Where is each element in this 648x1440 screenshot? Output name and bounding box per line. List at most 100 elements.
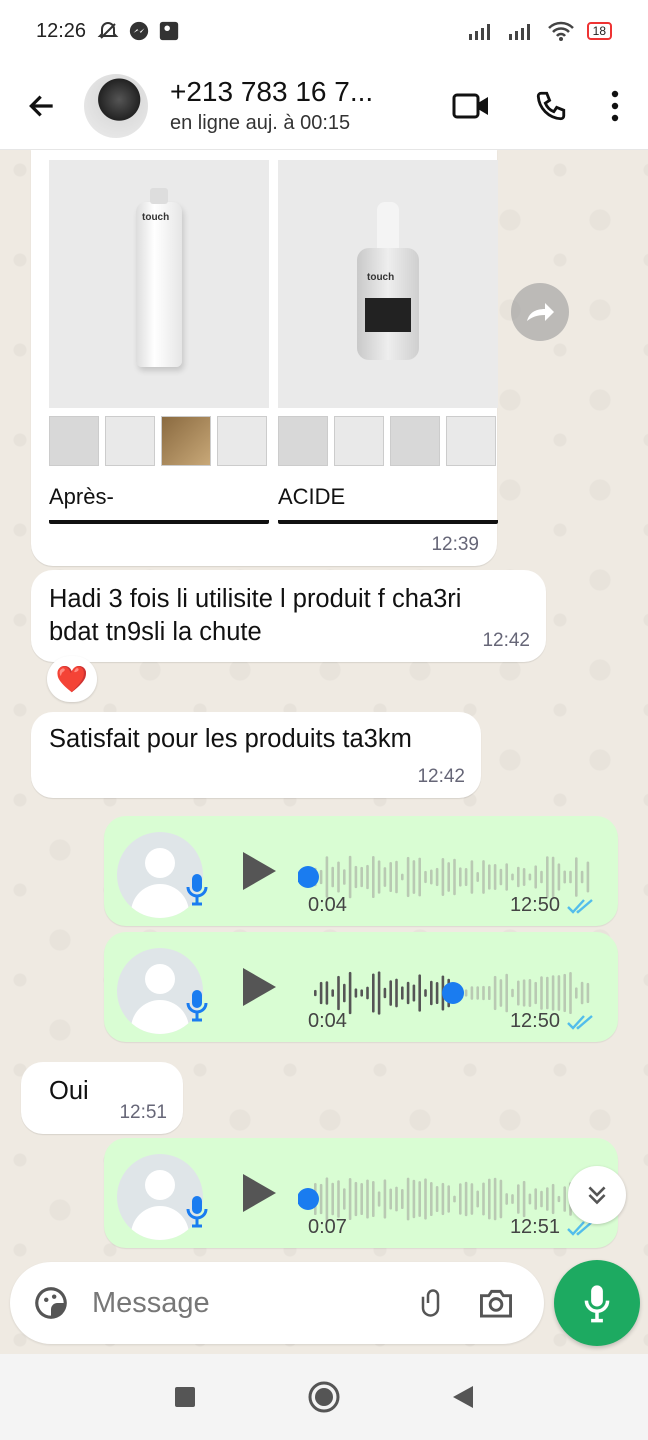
waveform-bar	[476, 986, 479, 1000]
waveform-bar	[488, 1178, 491, 1220]
waveform-bar	[377, 1191, 381, 1207]
waveform-bar	[511, 873, 514, 881]
waveform-bar	[430, 1182, 433, 1216]
waveform-bar	[325, 981, 329, 1005]
waveform-bar	[493, 975, 497, 1011]
record-voice-button[interactable]	[554, 1260, 640, 1346]
waveform-bar	[319, 869, 323, 885]
waveform-bar	[569, 870, 572, 884]
product-brand: touch	[367, 272, 395, 283]
waveform-bar	[401, 873, 404, 881]
camera-button[interactable]	[478, 1287, 514, 1319]
notification-icons	[96, 19, 180, 43]
waveform-bar	[412, 984, 416, 1002]
waveform-bar	[337, 1180, 340, 1218]
play-icon[interactable]	[240, 1172, 278, 1214]
waveform-bar	[337, 861, 340, 893]
home-button-icon[interactable]	[307, 1380, 341, 1414]
forward-button[interactable]	[511, 283, 569, 341]
waveform-bar	[482, 1182, 485, 1216]
waveform-bar	[418, 974, 421, 1012]
waveform-bar	[563, 1186, 566, 1212]
waveform-bar	[383, 987, 387, 999]
waveform-bar	[470, 860, 474, 894]
incoming-message[interactable]: Oui 12:51	[21, 1062, 183, 1134]
play-icon[interactable]	[240, 966, 278, 1008]
more-vert-icon[interactable]	[610, 90, 620, 122]
waveform-bar	[540, 1190, 543, 1208]
waveform-bar	[476, 872, 479, 882]
waveform-bar	[476, 1190, 479, 1208]
waveform-bar	[470, 1183, 474, 1215]
back-button[interactable]	[0, 90, 84, 122]
product-thumbnails[interactable]	[278, 416, 498, 466]
waveform-bar	[459, 867, 462, 887]
product-thumbnails[interactable]	[49, 416, 269, 466]
waveform-bar	[389, 980, 392, 1006]
attach-button[interactable]	[418, 1285, 448, 1321]
system-navigation-bar	[0, 1354, 648, 1440]
waveform-bar	[563, 973, 566, 1013]
voice-message[interactable]: 0:07 12:51	[104, 1138, 618, 1248]
back-button-icon[interactable]	[451, 1384, 475, 1410]
waveform-bar	[389, 1188, 392, 1210]
waveform-bar	[406, 856, 410, 898]
waveform-bar	[464, 1181, 468, 1217]
video-call-icon[interactable]	[452, 91, 492, 121]
system-indicators: 18	[467, 20, 612, 42]
double-check-icon	[567, 1014, 593, 1030]
voice-message[interactable]: 0:04 12:50	[104, 932, 618, 1042]
chat-area[interactable]: touch Après- touch ACIDE 12:39 Hadi 3 fo…	[0, 150, 648, 1354]
product-card-message[interactable]: touch Après- touch ACIDE 12:39	[31, 150, 498, 566]
product-item[interactable]: touch Après-	[49, 160, 269, 524]
waveform-bar	[505, 1193, 508, 1205]
waveform-bar	[493, 1177, 497, 1221]
message-reaction[interactable]: ❤️	[47, 656, 97, 702]
waveform-bar	[470, 986, 474, 1000]
playhead[interactable]	[298, 866, 319, 888]
contact-avatar[interactable]	[84, 73, 148, 138]
contact-info[interactable]: +213 783 16 7... en ligne auj. à 00:15	[170, 76, 373, 135]
recents-button-icon[interactable]	[173, 1385, 197, 1409]
waveform-bar	[348, 971, 352, 1015]
product-item[interactable]: touch ACIDE	[278, 160, 498, 524]
waveform-bar	[418, 857, 421, 897]
waveform-bar	[522, 1180, 526, 1218]
waveform-bar	[360, 866, 363, 888]
waveform-bar	[360, 989, 363, 997]
waveform-bar	[424, 1178, 427, 1220]
waveform-bar	[383, 867, 387, 887]
waveform-bar	[488, 986, 491, 1000]
status-time: 12:26	[36, 19, 87, 42]
message-composer[interactable]: Message	[10, 1262, 544, 1344]
waveform-bar	[418, 1181, 421, 1217]
waveform-bar	[575, 857, 578, 897]
scroll-to-bottom-button[interactable]	[568, 1166, 626, 1224]
phone-icon[interactable]	[534, 89, 568, 123]
waveform-bar	[343, 1188, 346, 1210]
voice-message[interactable]: 0:04 12:50	[104, 816, 618, 926]
product-image[interactable]: touch	[49, 160, 269, 408]
waveform-bar	[377, 971, 381, 1015]
product-image[interactable]: touch	[278, 160, 498, 408]
waveform-bar	[557, 863, 561, 891]
sticker-icon[interactable]	[32, 1284, 70, 1322]
message-text: Hadi 3 fois li utilisite l produit f cha…	[49, 585, 462, 646]
back-arrow-icon	[29, 95, 53, 116]
play-icon[interactable]	[240, 850, 278, 892]
waveform-bar	[406, 1177, 410, 1221]
facebook-app-icon	[159, 21, 179, 41]
waveform-bar	[435, 867, 439, 887]
serum-bottle-image: touch	[357, 202, 419, 360]
waveform-bar	[482, 860, 485, 894]
incoming-message[interactable]: Hadi 3 fois li utilisite l produit f cha…	[31, 570, 546, 662]
waveform-bar	[447, 862, 450, 892]
waveform-bar	[395, 1186, 398, 1212]
playhead[interactable]	[298, 1188, 319, 1210]
playhead[interactable]	[442, 982, 464, 1004]
waveform-bar	[319, 981, 323, 1005]
incoming-message[interactable]: Satisfait pour les produits ta3km 12:42	[31, 712, 481, 798]
waveform-bar	[401, 986, 404, 1000]
waveform-bar	[499, 868, 503, 886]
message-input[interactable]: Message	[92, 1287, 418, 1320]
